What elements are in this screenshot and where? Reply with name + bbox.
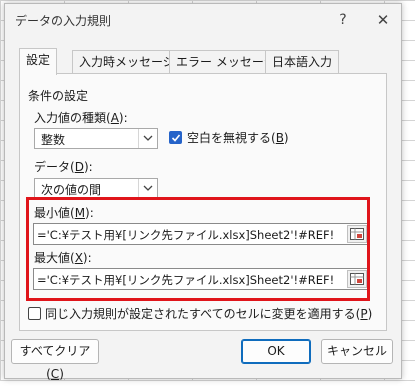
dialog-title: データの入力規則 [15,14,112,28]
maximum-input[interactable]: ='C:¥テスト用¥[リンク先ファイル.xlsx]Sheet2'!#REF! [33,268,370,290]
title-bar: データの入力規則 ? ✕ [5,4,401,38]
check-icon [171,134,181,142]
clear-all-button[interactable]: すべてクリア(C) [11,339,99,381]
data-validation-dialog: データの入力規則 ? ✕ 設定 入力時メッセージ エラー メッセージ 日本語入力… [4,3,402,381]
settings-panel: 条件の設定 入力値の種類(A): 整数 空白を無視する(B) データ(D): 次… [19,73,387,331]
data-select[interactable]: 次の値の間 [34,178,158,199]
help-icon[interactable]: ? [330,9,356,31]
minimum-label: 最小値(M): [34,206,94,220]
allow-label: 入力値の種類(A): [34,111,128,125]
ok-button[interactable]: OK [241,339,311,364]
range-select-icon[interactable] [347,225,367,243]
tab-settings[interactable]: 設定 [19,48,58,75]
tab-ime[interactable]: 日本語入力 [265,50,340,74]
ignore-blank-checkbox[interactable] [169,131,182,144]
cancel-button[interactable]: キャンセル [321,339,393,364]
data-label: データ(D): [34,160,93,174]
criteria-group-label: 条件の設定 [28,89,89,103]
allow-select-value: 整数 [41,133,66,147]
ignore-blank-label[interactable]: 空白を無視する(B) [187,129,289,146]
minimum-input[interactable]: ='C:¥テスト用¥[リンク先ファイル.xlsx]Sheet2'!#REF! [33,223,370,245]
maximum-label: 最大値(X): [34,251,92,265]
close-icon[interactable]: ✕ [370,9,396,31]
range-select-icon[interactable] [347,270,367,288]
maximum-input-value: ='C:¥テスト用¥[リンク先ファイル.xlsx]Sheet2'!#REF! [37,273,335,287]
apply-all-label[interactable]: 同じ入力規則が設定されたすべてのセルに変更を適用する(P) [45,305,372,322]
allow-select[interactable]: 整数 [34,128,158,149]
chevron-down-icon[interactable] [138,179,157,198]
data-select-value: 次の値の間 [41,183,102,197]
chevron-down-icon[interactable] [138,129,157,148]
apply-all-checkbox[interactable] [28,307,41,320]
tab-input-message[interactable]: 入力時メッセージ [72,50,182,74]
minimum-input-value: ='C:¥テスト用¥[リンク先ファイル.xlsx]Sheet2'!#REF! [37,228,335,242]
